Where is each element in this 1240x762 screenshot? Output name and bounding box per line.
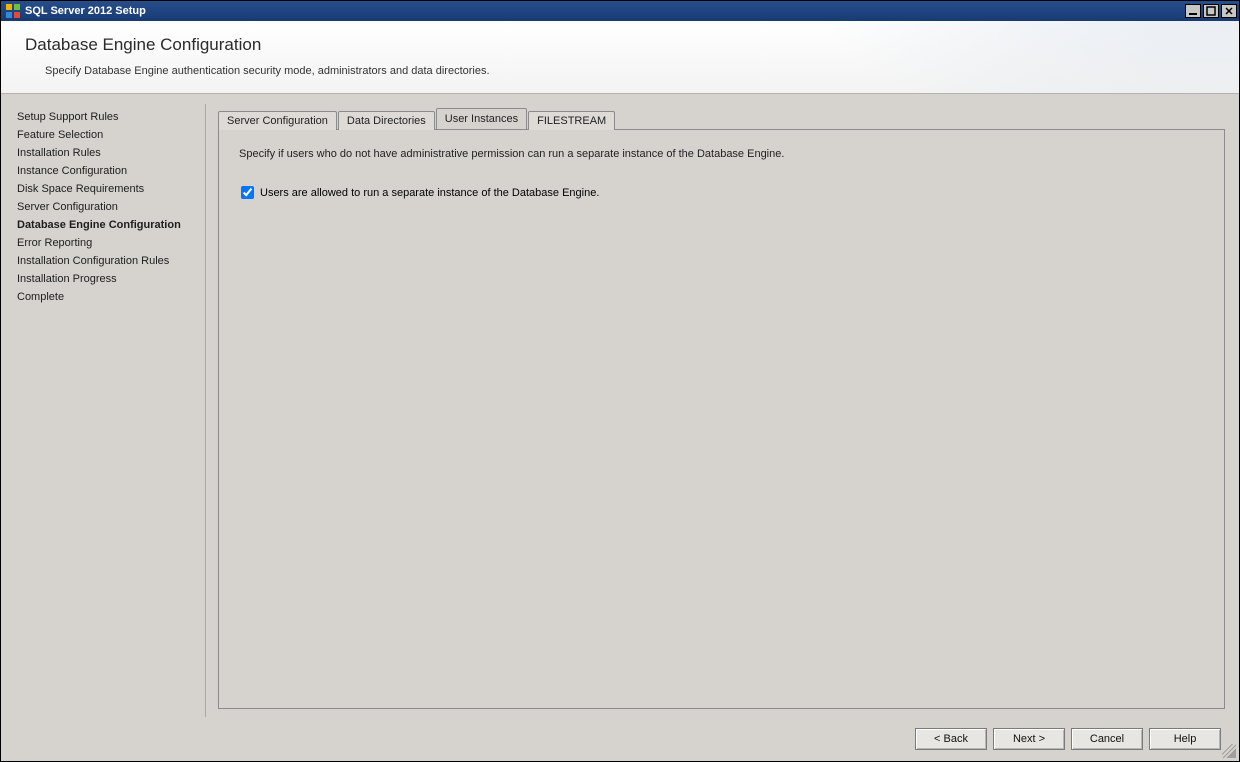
allow-user-instances-label: Users are allowed to run a separate inst…	[260, 187, 599, 199]
allow-user-instances-row[interactable]: Users are allowed to run a separate inst…	[241, 186, 1204, 199]
maximize-button[interactable]	[1203, 4, 1219, 18]
back-button[interactable]: < Back	[915, 728, 987, 750]
tab-filestream[interactable]: FILESTREAM	[528, 111, 615, 130]
tab-strip: Server Configuration Data Directories Us…	[218, 108, 1225, 129]
sidebar-item-error-reporting[interactable]: Error Reporting	[17, 234, 199, 252]
tab-server-configuration[interactable]: Server Configuration	[218, 111, 337, 130]
cancel-button[interactable]: Cancel	[1071, 728, 1143, 750]
sidebar-item-server-configuration[interactable]: Server Configuration	[17, 198, 199, 216]
body: Setup Support Rules Feature Selection In…	[1, 94, 1239, 717]
sidebar-item-installation-progress[interactable]: Installation Progress	[17, 270, 199, 288]
sidebar-item-feature-selection[interactable]: Feature Selection	[17, 126, 199, 144]
allow-user-instances-checkbox[interactable]	[241, 186, 254, 199]
sidebar-item-setup-support-rules[interactable]: Setup Support Rules	[17, 108, 199, 126]
sidebar-item-installation-rules[interactable]: Installation Rules	[17, 144, 199, 162]
close-button[interactable]	[1221, 4, 1237, 18]
main: Server Configuration Data Directories Us…	[206, 104, 1229, 717]
titlebar: SQL Server 2012 Setup	[1, 1, 1239, 21]
sidebar-item-database-engine-configuration[interactable]: Database Engine Configuration	[17, 216, 199, 234]
next-button[interactable]: Next >	[993, 728, 1065, 750]
sidebar: Setup Support Rules Feature Selection In…	[11, 104, 206, 717]
page-title: Database Engine Configuration	[25, 35, 1215, 55]
sidebar-item-complete[interactable]: Complete	[17, 288, 199, 306]
sidebar-item-disk-space-requirements[interactable]: Disk Space Requirements	[17, 180, 199, 198]
minimize-button[interactable]	[1185, 4, 1201, 18]
window-title: SQL Server 2012 Setup	[25, 5, 1183, 17]
panel-description: Specify if users who do not have adminis…	[239, 148, 1204, 160]
header-band: Database Engine Configuration Specify Da…	[1, 21, 1239, 94]
tab-data-directories[interactable]: Data Directories	[338, 111, 435, 130]
tab-user-instances[interactable]: User Instances	[436, 108, 527, 129]
setup-window: SQL Server 2012 Setup Database Engine Co…	[0, 0, 1240, 762]
page-subtitle: Specify Database Engine authentication s…	[45, 65, 1215, 77]
tab-panel-user-instances: Specify if users who do not have adminis…	[218, 129, 1225, 709]
app-icon	[5, 3, 21, 19]
sidebar-item-installation-configuration-rules[interactable]: Installation Configuration Rules	[17, 252, 199, 270]
window-controls	[1183, 4, 1237, 18]
footer: < Back Next > Cancel Help	[1, 717, 1239, 761]
resize-grip[interactable]	[1222, 744, 1236, 758]
sidebar-item-instance-configuration[interactable]: Instance Configuration	[17, 162, 199, 180]
help-button[interactable]: Help	[1149, 728, 1221, 750]
